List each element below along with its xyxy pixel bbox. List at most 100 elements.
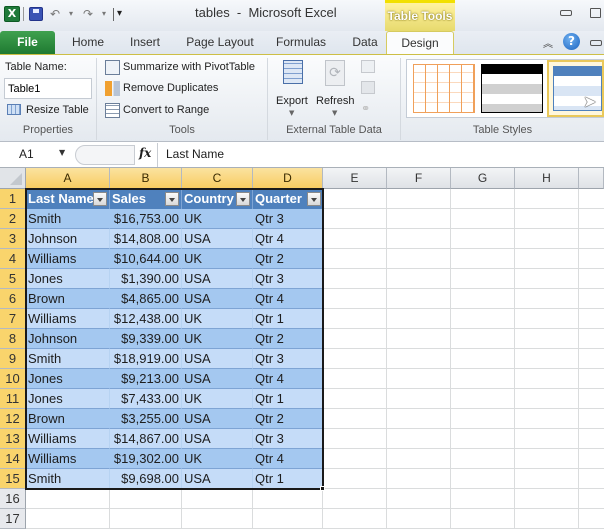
table-cell[interactable]: UK [182,389,253,409]
table-cell[interactable]: Qtr 1 [253,309,323,329]
unlink-icon[interactable]: ⚭ [361,102,375,115]
table-cell[interactable]: $4,865.00 [110,289,182,309]
minimize-workbook-icon[interactable] [590,40,602,46]
export-dropdown-icon[interactable]: ▼ [289,109,294,117]
remove-duplicates-button[interactable]: Remove Duplicates [123,82,218,94]
table-cell[interactable]: $3,255.00 [110,409,182,429]
table-cell[interactable]: Qtr 2 [253,409,323,429]
column-header-f[interactable]: F [387,168,451,189]
refresh-dropdown-icon[interactable]: ▼ [332,109,337,117]
table-cell[interactable]: UK [182,449,253,469]
table-cell[interactable]: $12,438.00 [110,309,182,329]
export-button[interactable]: Export [276,95,308,107]
table-cell[interactable]: USA [182,469,253,489]
minimize-window-icon[interactable] [560,10,572,16]
excel-logo-icon[interactable]: X [4,6,20,22]
table-cell[interactable]: $18,919.00 [110,349,182,369]
name-box-dropdown-icon[interactable]: ▼ [59,148,65,157]
table-cell[interactable]: Jones [26,389,110,409]
table-cell[interactable]: $10,644.00 [110,249,182,269]
column-header-a[interactable]: A [26,168,110,189]
row-header-5[interactable]: 5 [0,269,26,289]
table-cell[interactable]: $19,302.00 [110,449,182,469]
table-cell[interactable]: Williams [26,429,110,449]
tab-insert[interactable]: Insert [121,31,169,54]
table-cell[interactable]: Qtr 3 [253,209,323,229]
row-header-17[interactable]: 17 [0,509,26,529]
column-header-b[interactable]: B [110,168,182,189]
insert-function-icon[interactable]: fx [139,146,151,160]
table-cell[interactable]: Qtr 1 [253,389,323,409]
table-cell[interactable]: UK [182,249,253,269]
save-icon[interactable] [29,7,43,21]
column-header-d[interactable]: D [253,168,323,189]
filter-dropdown-icon[interactable] [307,192,321,206]
resize-table-button[interactable]: Resize Table [26,104,89,116]
row-header-3[interactable]: 3 [0,229,26,249]
row-header-9[interactable]: 9 [0,349,26,369]
row-header-1[interactable]: 1 [0,189,26,209]
table-cell[interactable]: UK [182,329,253,349]
row-header-10[interactable]: 10 [0,369,26,389]
table-cell[interactable]: $14,808.00 [110,229,182,249]
table-cell[interactable]: Williams [26,449,110,469]
table-cell[interactable]: Qtr 2 [253,249,323,269]
table-cell[interactable]: Qtr 4 [253,449,323,469]
refresh-button[interactable]: Refresh [316,95,355,107]
redo-icon[interactable]: ↷ [83,6,93,22]
table-cell[interactable]: UK [182,309,253,329]
formula-input[interactable]: Last Name [166,147,224,161]
help-icon[interactable]: ? [563,33,580,50]
column-header-g[interactable]: G [451,168,515,189]
table-cell[interactable]: Qtr 1 [253,469,323,489]
table-cell[interactable]: Johnson [26,329,110,349]
formula-bar-splitter[interactable] [75,145,135,165]
table-style-light-orange[interactable] [413,64,475,113]
customize-quick-access-icon[interactable]: ▾ [117,6,122,22]
table-cell[interactable]: Jones [26,269,110,289]
tab-file[interactable]: File [0,31,55,54]
row-header-15[interactable]: 15 [0,469,26,489]
table-cell[interactable]: $16,753.00 [110,209,182,229]
tab-formulas[interactable]: Formulas [270,31,332,54]
table-cell[interactable]: Smith [26,209,110,229]
table-cell[interactable]: $9,213.00 [110,369,182,389]
table-cell[interactable]: USA [182,369,253,389]
table-cell[interactable]: Qtr 4 [253,289,323,309]
restore-window-icon[interactable] [590,8,601,18]
table-cell[interactable]: UK [182,209,253,229]
table-cell[interactable]: Qtr 2 [253,329,323,349]
table-header-cell[interactable]: Last Name [26,189,110,209]
table-cell[interactable]: Qtr 4 [253,229,323,249]
filter-dropdown-icon[interactable] [165,192,179,206]
filter-dropdown-icon[interactable] [93,192,107,206]
table-cell[interactable]: $7,433.00 [110,389,182,409]
table-header-cell[interactable]: Quarter [253,189,323,209]
row-header-14[interactable]: 14 [0,449,26,469]
table-cell[interactable]: Jones [26,369,110,389]
table-cell[interactable]: USA [182,429,253,449]
row-header-8[interactable]: 8 [0,329,26,349]
row-header-11[interactable]: 11 [0,389,26,409]
column-header-h[interactable]: H [515,168,579,189]
table-cell[interactable]: Qtr 4 [253,369,323,389]
table-cell[interactable]: Qtr 3 [253,349,323,369]
select-all-button[interactable] [0,168,26,189]
table-name-input[interactable] [4,78,92,99]
open-in-browser-icon[interactable] [361,81,375,94]
table-cell[interactable]: Williams [26,309,110,329]
row-header-12[interactable]: 12 [0,409,26,429]
summarize-pivot-button[interactable]: Summarize with PivotTable [123,61,255,73]
row-header-13[interactable]: 13 [0,429,26,449]
column-header-e[interactable]: E [323,168,387,189]
row-header-6[interactable]: 6 [0,289,26,309]
table-cell[interactable]: Williams [26,249,110,269]
redo-dropdown-icon[interactable]: ▾ [102,6,106,22]
table-cell[interactable]: USA [182,289,253,309]
table-cell[interactable]: Qtr 3 [253,269,323,289]
properties-icon[interactable] [361,60,375,73]
table-cell[interactable]: $9,698.00 [110,469,182,489]
filter-dropdown-icon[interactable] [236,192,250,206]
table-cell[interactable]: Johnson [26,229,110,249]
tab-page-layout[interactable]: Page Layout [182,31,258,54]
